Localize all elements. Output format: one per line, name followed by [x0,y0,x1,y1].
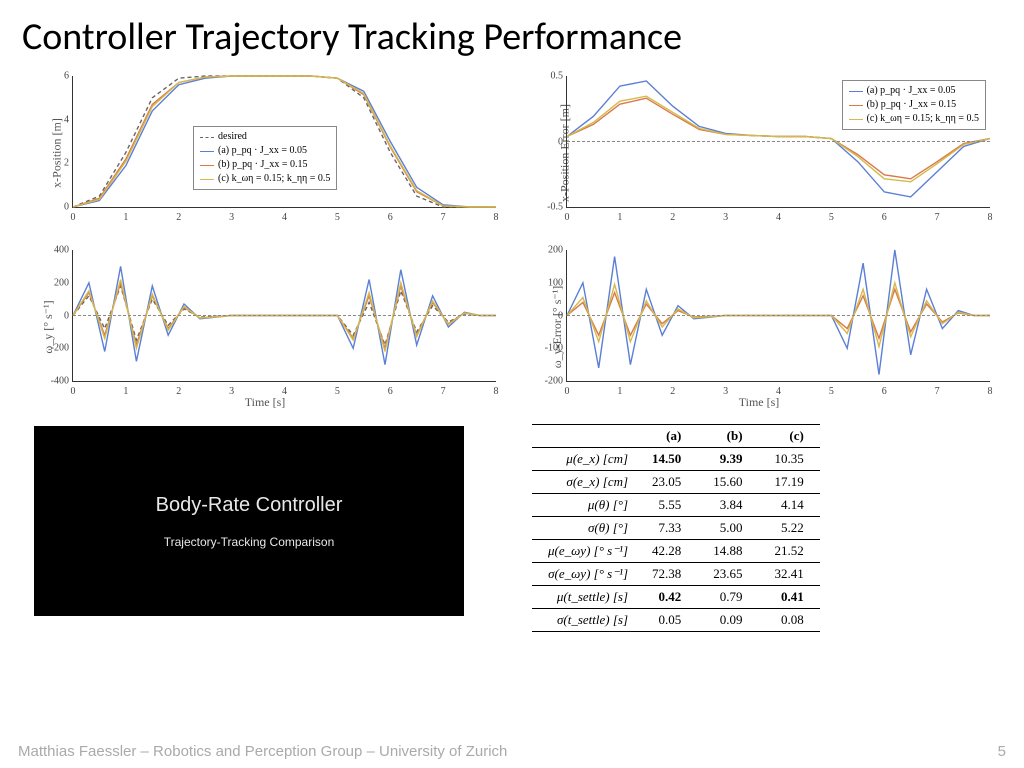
plot-area: 012345678-400-2000200400 [72,250,496,382]
metrics-table: (a)(b)(c)μ(e_x) [cm]14.509.3910.35σ(e_x)… [532,424,820,632]
metrics-table-wrap: (a)(b)(c)μ(e_x) [cm]14.509.3910.35σ(e_x)… [522,416,996,626]
chart-x-position: x-Position [m] desired(a) p_pq · J_xx = … [28,68,502,238]
zero-line [567,315,990,316]
xlabel: Time [s] [739,395,780,410]
zero-line [73,315,496,316]
zero-line [567,141,990,142]
ylabel: ω_y-Error [° s⁻¹] [550,286,565,369]
xlabel: Time [s] [245,395,286,410]
video-title: Body-Rate Controller [156,494,343,517]
video-subtitle: Trajectory-Tracking Comparison [164,535,335,549]
legend: desired(a) p_pq · J_xx = 0.05(b) p_pq · … [193,126,337,190]
plot-area: (a) p_pq · J_xx = 0.05(b) p_pq · J_xx = … [566,76,990,208]
plot-area: 012345678-200-1000100200 [566,250,990,382]
chart-omega-y-error: ω_y-Error [° s⁻¹] Time [s] 012345678-200… [522,242,996,412]
page-number: 5 [998,743,1006,760]
legend: (a) p_pq · J_xx = 0.05(b) p_pq · J_xx = … [842,80,986,130]
ylabel: x-Position [m] [49,118,64,188]
slide-title: Controller Trajectory Tracking Performan… [0,0,1024,68]
chart-omega-y: ω_y [° s⁻¹] Time [s] 012345678-400-20002… [28,242,502,412]
chart-x-position-error: x-Position Error [m] (a) p_pq · J_xx = 0… [522,68,996,238]
video-thumbnail[interactable]: Body-Rate Controller Trajectory-Tracking… [34,426,464,616]
chart-grid: x-Position [m] desired(a) p_pq · J_xx = … [0,68,1024,626]
footer: Matthias Faessler – Robotics and Percept… [18,743,1006,760]
footer-author: Matthias Faessler – Robotics and Percept… [18,743,507,760]
plot-area: desired(a) p_pq · J_xx = 0.05(b) p_pq · … [72,76,496,208]
